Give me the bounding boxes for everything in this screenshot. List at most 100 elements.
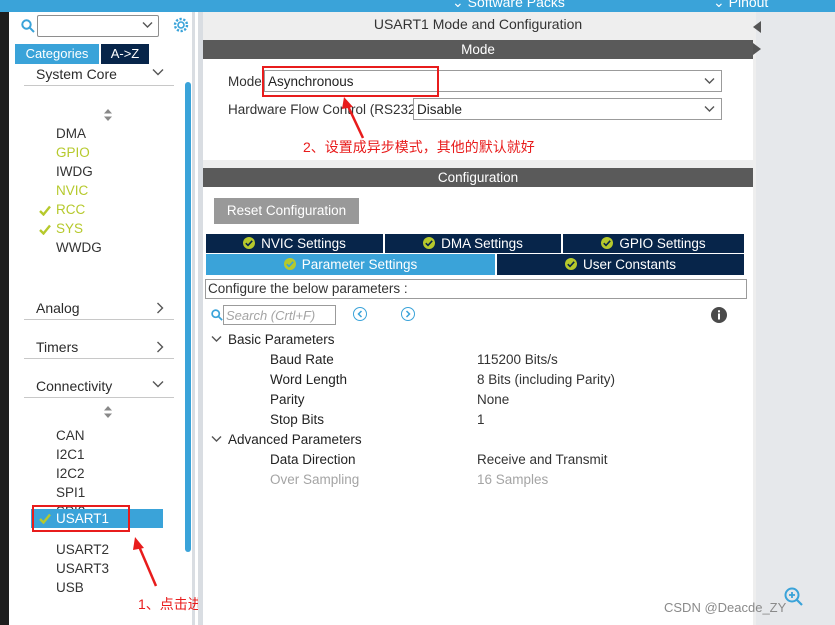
zoom-in-icon[interactable]	[784, 587, 804, 607]
chevron-down-icon[interactable]	[211, 435, 222, 443]
chevron-down-icon	[152, 69, 164, 76]
param-parity[interactable]: Parity	[270, 392, 305, 407]
search-input[interactable]	[37, 15, 159, 37]
search-icon	[211, 309, 223, 321]
group-system-core[interactable]: System Core	[24, 64, 174, 86]
tab-label: DMA Settings	[441, 236, 523, 251]
param-over-sampling-value: 16 Samples	[477, 472, 549, 487]
panel-title: USART1 Mode and Configuration	[373, 16, 583, 32]
annotation-arrow-1	[133, 537, 158, 587]
tab-gpio-settings[interactable]: GPIO Settings	[563, 234, 744, 253]
tab-dma-settings[interactable]: DMA Settings	[385, 234, 561, 253]
tab-label: User Constants	[582, 257, 677, 272]
basic-parameters-header[interactable]: Basic Parameters	[228, 332, 335, 347]
param-baud-rate[interactable]: Baud Rate	[270, 352, 334, 367]
software-packs-label: Software Packs	[467, 0, 565, 10]
group-label: Analog	[36, 300, 80, 316]
tree-item-i2c2[interactable]: I2C2	[56, 466, 85, 481]
chevron-down-icon: ⌄	[452, 0, 464, 10]
highlight-box	[262, 66, 439, 97]
chevron-down-icon[interactable]	[211, 335, 222, 343]
flow-control-select[interactable]: Disable	[413, 98, 722, 120]
mode-label: Mode	[228, 74, 262, 89]
param-word-length-value[interactable]: 8 Bits (including Parity)	[477, 372, 615, 387]
tree-item-spi1[interactable]: SPI1	[56, 485, 85, 500]
tree-item-i2c1[interactable]: I2C1	[56, 447, 85, 462]
tree-item-iwdg[interactable]: IWDG	[56, 164, 93, 179]
tree-item-can[interactable]: CAN	[56, 428, 85, 443]
chevron-down-icon	[704, 78, 715, 84]
chevron-down-icon	[152, 381, 164, 388]
tree-item-nvic[interactable]: NVIC	[56, 183, 88, 198]
tab-label: NVIC Settings	[261, 236, 346, 251]
group-label: Connectivity	[36, 378, 113, 394]
chevron-right-icon	[405, 310, 411, 318]
group-label: Timers	[36, 339, 79, 355]
window-edge	[0, 12, 9, 625]
tab-user-constants[interactable]: User Constants	[497, 254, 744, 275]
param-stop-bits[interactable]: Stop Bits	[270, 412, 324, 427]
tree-item-usb[interactable]: USB	[56, 580, 84, 595]
mode-section: Mode Mode Asynchronous Hardware Flow Con…	[203, 40, 753, 160]
configuration-section: Configuration Reset Configuration NVIC S…	[203, 168, 753, 625]
check-circle-icon	[423, 236, 436, 249]
annotation-2: 2、设置成异步模式，其他的默认就好	[303, 139, 535, 155]
tree-item-rcc[interactable]: RCC	[56, 202, 85, 217]
parameter-search-input[interactable]: Search (Crtl+F)	[223, 305, 336, 325]
chevron-down-icon[interactable]	[142, 21, 153, 29]
info-icon[interactable]	[711, 307, 727, 323]
param-word-length[interactable]: Word Length	[270, 372, 347, 387]
check-circle-icon	[601, 236, 614, 249]
tab-a-z[interactable]: A->Z	[101, 44, 149, 64]
tree-item-wwdg[interactable]: WWDG	[56, 240, 102, 255]
highlight-box	[32, 505, 130, 532]
tab-categories[interactable]: Categories	[15, 44, 99, 64]
check-icon	[39, 205, 51, 216]
chevron-down-icon: ⌄	[713, 0, 725, 10]
group-timers[interactable]: Timers	[24, 337, 174, 359]
tree-item-usart3[interactable]: USART3	[56, 561, 109, 576]
sort-icon[interactable]	[104, 109, 112, 121]
previous-match-button[interactable]	[353, 307, 367, 321]
param-data-direction[interactable]: Data Direction	[270, 452, 356, 467]
watermark: CSDN @Deacde_ZY	[664, 600, 787, 615]
advanced-parameters-header[interactable]: Advanced Parameters	[228, 432, 362, 447]
chevron-right-icon	[157, 341, 164, 353]
tree-scrollbar[interactable]	[185, 82, 191, 552]
reset-configuration-button[interactable]: Reset Configuration	[214, 198, 359, 224]
param-parity-value[interactable]: None	[477, 392, 509, 407]
check-icon	[39, 224, 51, 235]
gear-icon[interactable]	[172, 16, 190, 34]
next-match-button[interactable]	[401, 307, 415, 321]
tab-parameter-settings[interactable]: Parameter Settings	[206, 254, 495, 275]
chevron-right-icon[interactable]	[752, 42, 762, 56]
param-over-sampling: Over Sampling	[270, 472, 360, 487]
tab-nvic-settings[interactable]: NVIC Settings	[206, 234, 383, 253]
sort-icon[interactable]	[104, 406, 112, 418]
check-circle-icon	[243, 236, 256, 249]
chevron-left-icon[interactable]	[752, 20, 762, 34]
configuration-header: Configuration	[203, 168, 753, 187]
group-label: System Core	[36, 66, 117, 82]
tree-item-dma[interactable]: DMA	[56, 126, 86, 141]
search-row	[9, 12, 195, 42]
usart1-config-panel: USART1 Mode and Configuration Mode Mode …	[198, 12, 758, 625]
param-data-direction-value[interactable]: Receive and Transmit	[477, 452, 608, 467]
group-analog[interactable]: Analog	[24, 298, 174, 320]
param-baud-rate-value[interactable]: 115200 Bits/s	[477, 352, 558, 367]
param-stop-bits-value[interactable]: 1	[477, 412, 485, 427]
search-icon[interactable]	[21, 19, 35, 33]
pinout-menu[interactable]: ⌄ Pinout	[713, 0, 768, 11]
tab-label: Parameter Settings	[301, 257, 418, 272]
search-placeholder: Search (Crtl+F)	[226, 308, 316, 323]
flow-control-value: Disable	[417, 102, 463, 117]
check-circle-icon	[564, 257, 577, 270]
group-connectivity[interactable]: Connectivity	[24, 376, 174, 398]
software-packs-menu[interactable]: ⌄ Software Packs	[452, 0, 565, 11]
tree-item-usart2[interactable]: USART2	[56, 542, 109, 557]
top-toolbar: ⌄ Software Packs ⌄ Pinout	[0, 0, 835, 12]
chevron-left-icon	[357, 310, 363, 318]
tree-item-gpio[interactable]: GPIO	[56, 145, 90, 160]
tree-item-sys[interactable]: SYS	[56, 221, 83, 236]
flow-control-label: Hardware Flow Control (RS232)	[228, 102, 421, 117]
